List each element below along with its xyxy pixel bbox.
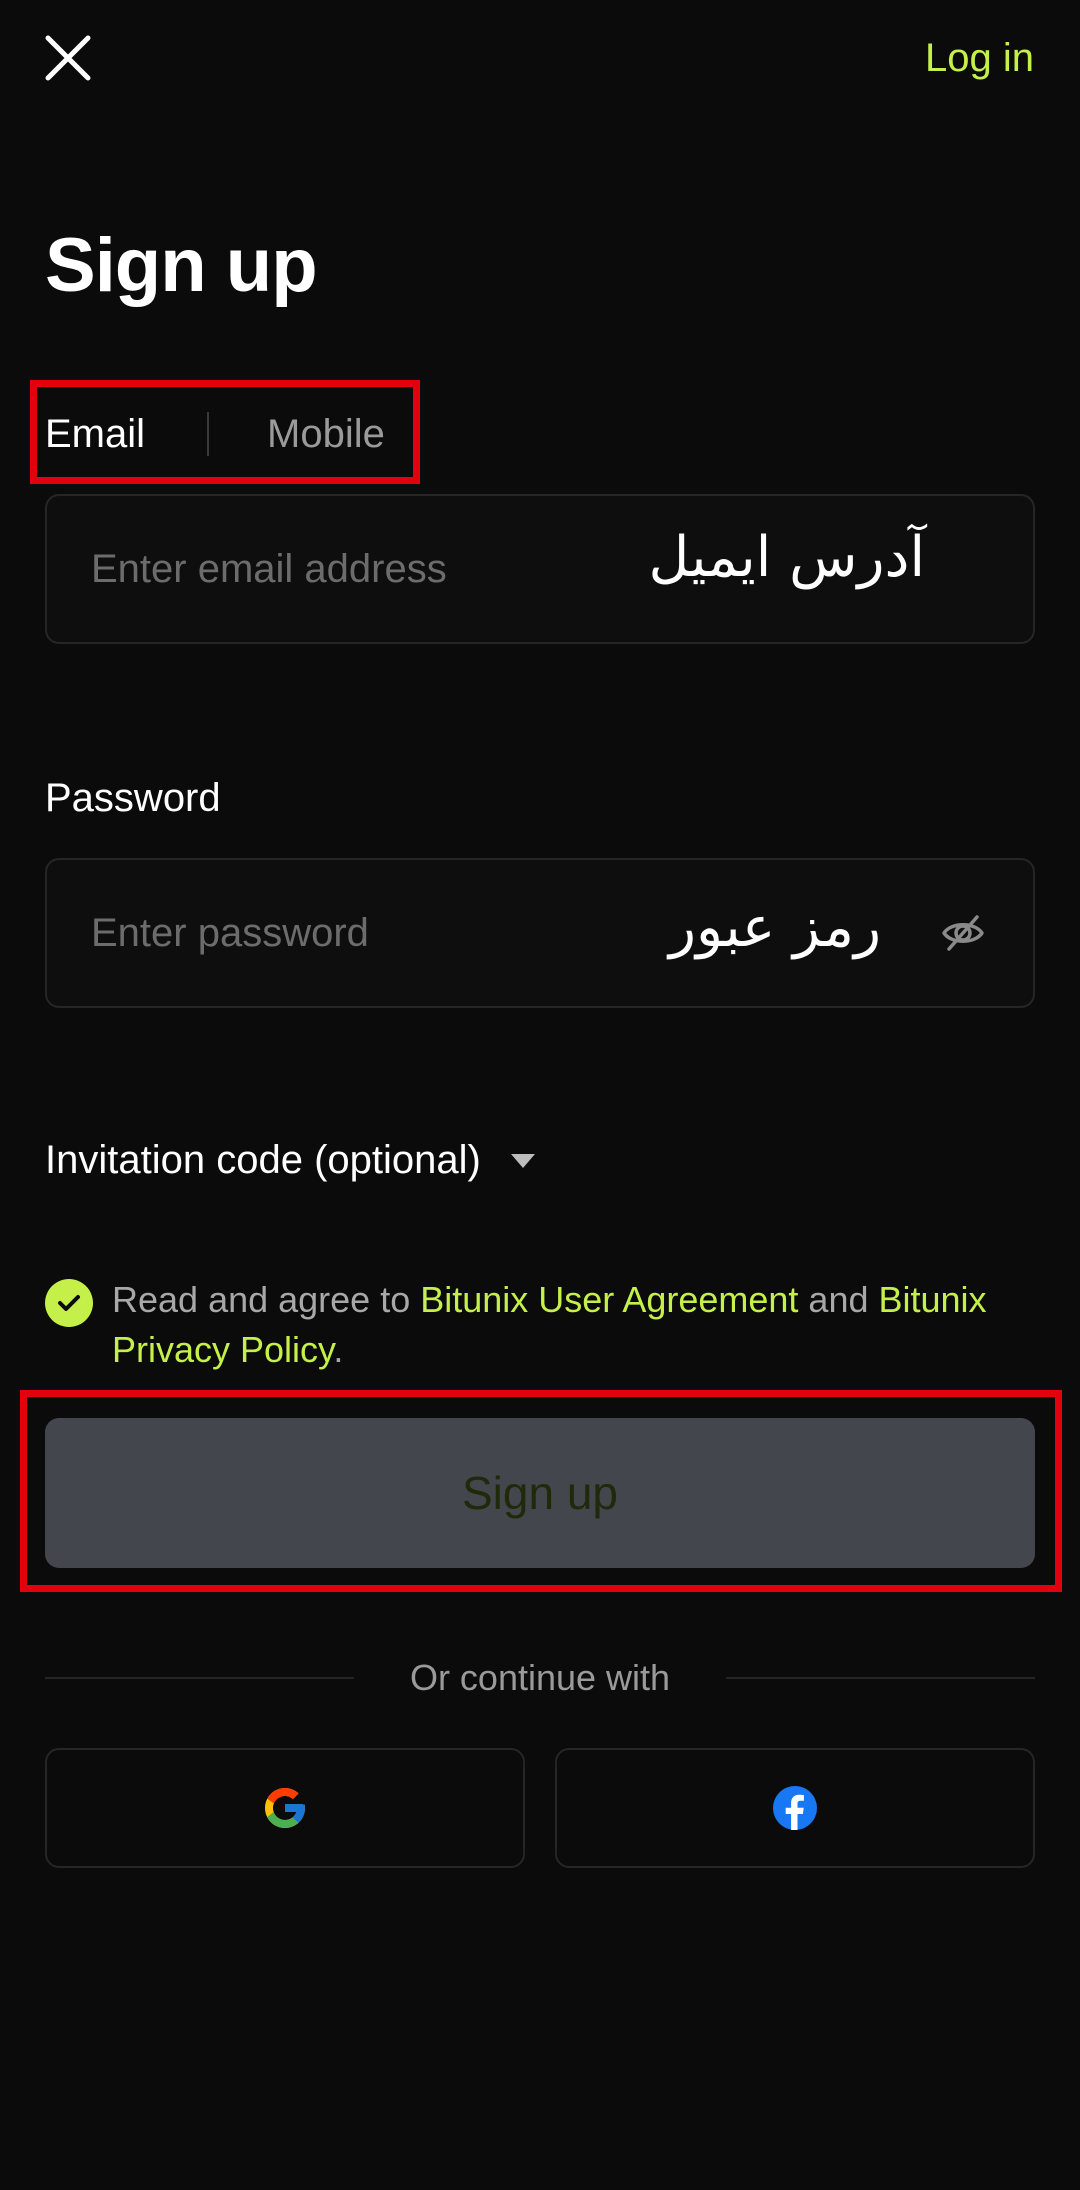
tab-divider bbox=[207, 412, 210, 456]
caret-down-icon bbox=[510, 1153, 535, 1168]
signup-method-tabs: Email Mobile bbox=[45, 406, 385, 462]
eye-off-icon bbox=[942, 915, 984, 951]
password-overlay-annotation: رمز عبور bbox=[668, 894, 881, 960]
divider-line-left bbox=[45, 1677, 354, 1679]
password-label: Password bbox=[45, 776, 221, 820]
sign-up-button[interactable]: Sign up bbox=[45, 1418, 1035, 1568]
agreement-text: Read and agree to Bitunix User Agreement… bbox=[112, 1275, 1035, 1375]
signup-page: Log in Sign up Email Mobile آدرس ایمیل P… bbox=[0, 0, 1080, 2190]
tab-mobile[interactable]: Mobile bbox=[267, 412, 385, 457]
google-login-button[interactable] bbox=[45, 1748, 525, 1868]
or-continue-text: Or continue with bbox=[409, 1657, 671, 1698]
email-field-container: آدرس ایمیل bbox=[45, 494, 1035, 644]
tab-email[interactable]: Email bbox=[45, 412, 145, 457]
checkbox-checked-icon[interactable] bbox=[45, 1279, 93, 1327]
facebook-icon bbox=[773, 1786, 817, 1830]
page-title: Sign up bbox=[45, 223, 318, 308]
google-icon bbox=[265, 1788, 305, 1828]
password-field-container: رمز عبور bbox=[45, 858, 1035, 1008]
login-link[interactable]: Log in bbox=[925, 36, 1034, 81]
email-overlay-annotation: آدرس ایمیل bbox=[648, 524, 925, 590]
agreement-prefix: Read and agree to bbox=[112, 1279, 421, 1320]
toggle-password-visibility-button[interactable] bbox=[933, 903, 993, 963]
invitation-code-toggle[interactable]: Invitation code (optional) bbox=[45, 1138, 535, 1183]
agreement-middle: and bbox=[798, 1279, 879, 1320]
facebook-login-button[interactable] bbox=[555, 1748, 1035, 1868]
email-input[interactable] bbox=[91, 496, 651, 642]
password-input[interactable] bbox=[91, 860, 651, 1006]
agreement-suffix: . bbox=[333, 1329, 344, 1370]
user-agreement-link[interactable]: Bitunix User Agreement bbox=[420, 1279, 798, 1320]
divider-line-right bbox=[726, 1677, 1035, 1679]
or-continue-divider: Or continue with bbox=[45, 1650, 1035, 1706]
invitation-code-label: Invitation code (optional) bbox=[45, 1138, 481, 1182]
agreement-row: Read and agree to Bitunix User Agreement… bbox=[45, 1275, 1035, 1375]
close-icon bbox=[45, 35, 91, 81]
close-button[interactable] bbox=[40, 30, 96, 86]
